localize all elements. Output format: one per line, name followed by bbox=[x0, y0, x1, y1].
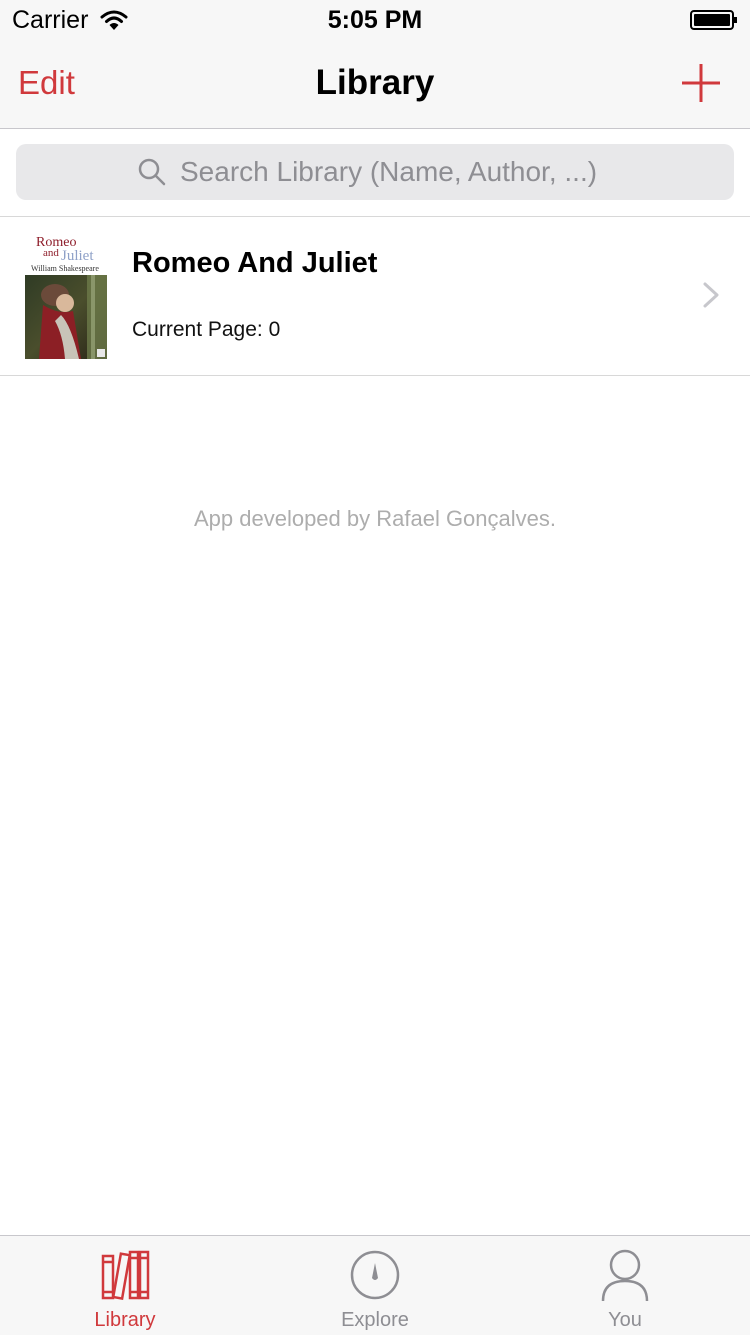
tab-you-label: You bbox=[608, 1309, 642, 1331]
battery-icon bbox=[690, 10, 737, 30]
book-cover: Romeo and Juliet William Shakespeare bbox=[25, 233, 107, 359]
book-current-page: Current Page: 0 bbox=[132, 318, 281, 341]
cover-title-line3: Juliet bbox=[61, 248, 94, 264]
page-title: Library bbox=[315, 63, 435, 102]
search-bar: Search Library (Name, Author, ...) bbox=[0, 129, 750, 217]
cover-title-line2: and bbox=[43, 247, 59, 259]
books-icon bbox=[101, 1250, 150, 1300]
search-icon bbox=[138, 158, 166, 186]
clock: 5:05 PM bbox=[327, 6, 423, 34]
compass-icon bbox=[350, 1250, 400, 1300]
tab-library[interactable]: Library bbox=[0, 1236, 250, 1335]
cover-author: William Shakespeare bbox=[31, 264, 99, 273]
tab-explore-label: Explore bbox=[341, 1309, 409, 1331]
tab-explore[interactable]: Explore bbox=[250, 1236, 500, 1335]
cover-painting bbox=[25, 275, 107, 359]
search-placeholder: Search Library (Name, Author, ...) bbox=[180, 156, 598, 187]
table-row[interactable]: Romeo and Juliet William Shakespeare Rom… bbox=[0, 217, 750, 376]
chevron-right-icon bbox=[703, 282, 719, 308]
plus-icon[interactable] bbox=[680, 62, 722, 104]
tab-bar: Library Explore You bbox=[0, 1235, 750, 1335]
tab-you[interactable]: You bbox=[500, 1236, 750, 1335]
search-input[interactable]: Search Library (Name, Author, ...) bbox=[16, 144, 734, 200]
person-icon bbox=[601, 1249, 649, 1302]
navigation-bar: Edit Library bbox=[0, 40, 750, 129]
developer-credit: App developed by Rafael Gonçalves. bbox=[193, 506, 556, 531]
status-bar: Carrier 5:05 PM bbox=[0, 0, 750, 40]
tab-library-label: Library bbox=[94, 1309, 156, 1331]
book-title: Romeo And Juliet bbox=[132, 247, 378, 279]
